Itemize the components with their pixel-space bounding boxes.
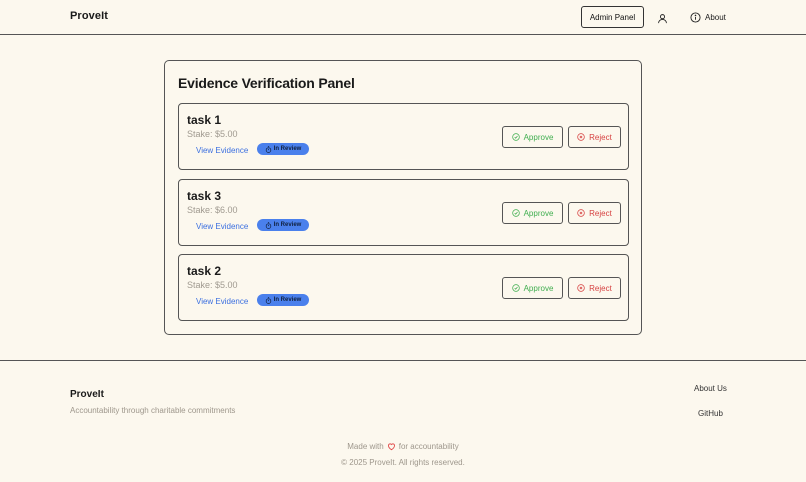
reject-button[interactable]: Reject — [568, 202, 621, 224]
approve-label: Approve — [523, 132, 554, 142]
status-badge: In Review — [257, 219, 309, 231]
task-name: task 3 — [187, 189, 222, 203]
task-card: task 3 Stake: $6.00 View Evidence In Rev… — [178, 179, 629, 246]
check-circle-icon — [511, 133, 520, 141]
approve-label: Approve — [523, 208, 554, 218]
task-card: task 1 Stake: $5.00 View Evidence In Rev… — [178, 103, 629, 170]
made-with-prefix: Made with — [347, 442, 384, 451]
copyright: © 2025 ProveIt. All rights reserved. — [341, 458, 465, 467]
x-circle-icon — [577, 209, 585, 217]
admin-panel-button[interactable]: Admin Panel — [581, 6, 644, 28]
reject-label: Reject — [589, 283, 612, 293]
reject-label: Reject — [589, 208, 612, 218]
timer-icon — [265, 221, 271, 229]
reject-label: Reject — [589, 132, 612, 142]
task-stake: Stake: $6.00 — [187, 205, 238, 215]
reject-button[interactable]: Reject — [568, 277, 621, 299]
about-label: About — [705, 12, 726, 22]
made-with-line: Made with for accountability — [0, 442, 806, 451]
status-badge: In Review — [257, 294, 309, 306]
approve-label: Approve — [523, 283, 554, 293]
task-name: task 1 — [187, 113, 222, 127]
x-circle-icon — [577, 284, 585, 292]
footer-tagline: Accountability through charitable commit… — [70, 406, 236, 415]
task-card: task 2 Stake: $5.00 View Evidence In Rev… — [178, 254, 629, 321]
status-label: In Review — [273, 222, 302, 228]
check-circle-icon — [511, 284, 520, 292]
check-circle-icon — [511, 209, 520, 217]
view-evidence-link[interactable]: View Evidence — [196, 222, 248, 231]
top-nav: ProveIt Admin Panel About — [0, 0, 806, 35]
about-link[interactable]: About — [690, 11, 726, 23]
approve-button[interactable]: Approve — [502, 202, 563, 224]
heart-icon — [387, 443, 395, 451]
status-label: In Review — [273, 297, 302, 303]
footer-brand: ProveIt — [70, 389, 104, 400]
footer-github-link[interactable]: GitHub — [698, 409, 723, 418]
footer-about-link[interactable]: About Us — [694, 384, 727, 393]
user-icon[interactable] — [657, 11, 668, 24]
status-label: In Review — [273, 146, 302, 152]
brand-logo[interactable]: ProveIt — [70, 10, 108, 22]
evidence-verification-panel: Evidence Verification Panel task 1 Stake… — [164, 60, 642, 335]
task-stake: Stake: $5.00 — [187, 280, 238, 290]
approve-button[interactable]: Approve — [502, 277, 563, 299]
info-icon — [690, 11, 701, 23]
approve-button[interactable]: Approve — [502, 126, 563, 148]
page-title: Evidence Verification Panel — [178, 75, 355, 91]
reject-button[interactable]: Reject — [568, 126, 621, 148]
task-stake: Stake: $5.00 — [187, 129, 238, 139]
view-evidence-link[interactable]: View Evidence — [196, 146, 248, 155]
x-circle-icon — [577, 133, 585, 141]
task-name: task 2 — [187, 264, 222, 278]
made-with-suffix: for accountability — [398, 442, 459, 451]
view-evidence-link[interactable]: View Evidence — [196, 297, 248, 306]
timer-icon — [265, 145, 271, 153]
status-badge: In Review — [257, 143, 309, 155]
footer-divider — [0, 360, 806, 361]
timer-icon — [265, 296, 271, 304]
